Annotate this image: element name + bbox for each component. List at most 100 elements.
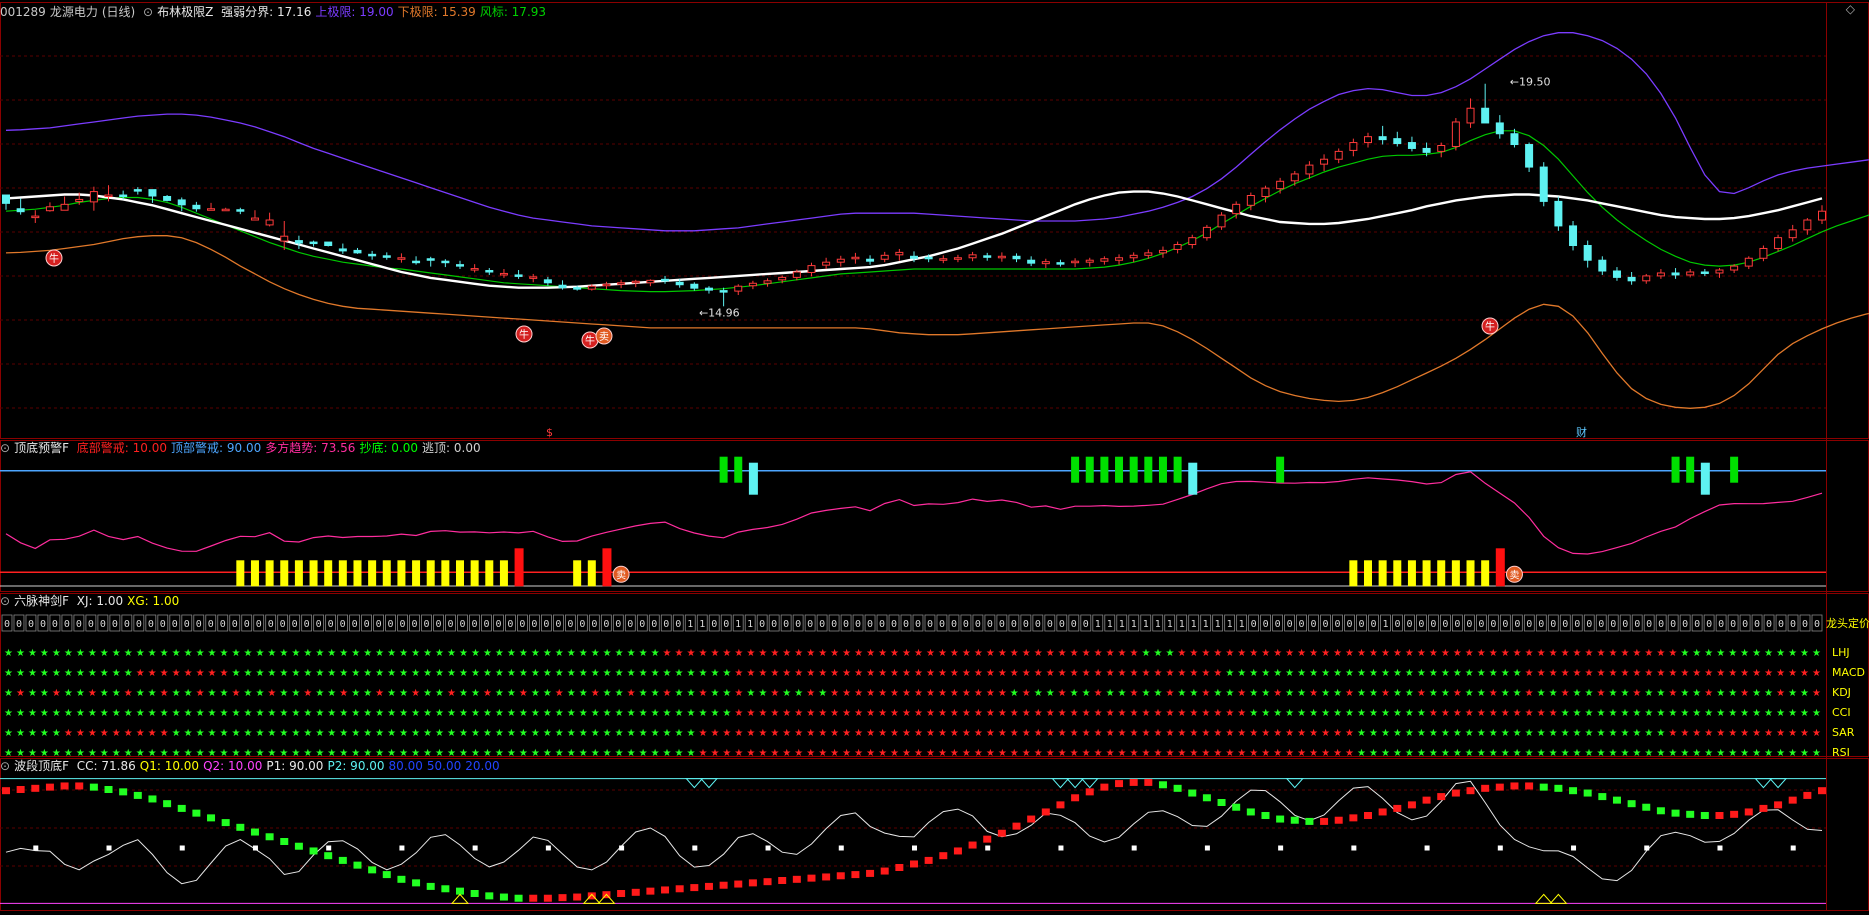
signal-star: ★ — [16, 648, 25, 659]
candle-body — [763, 280, 772, 284]
collapse-icon[interactable]: ⊙ — [0, 759, 10, 773]
signal-star: ★ — [411, 668, 420, 679]
digit-value: 0 — [1418, 619, 1424, 630]
candle-body — [1129, 254, 1138, 259]
indicator1-name[interactable]: 布林极限Z — [157, 5, 213, 19]
digit-value: 0 — [831, 619, 837, 630]
indicator4-name[interactable]: 波段顶底F — [14, 759, 69, 773]
signal-star: ★ — [1561, 648, 1570, 659]
signal-star: ★ — [1381, 708, 1390, 719]
wave-block — [470, 890, 479, 897]
signal-star: ★ — [363, 668, 372, 679]
digit-value: 0 — [1035, 619, 1041, 630]
signal-star: ★ — [1357, 648, 1366, 659]
signal-star: ★ — [387, 728, 396, 739]
wave-block — [382, 871, 391, 879]
signal-star: ★ — [507, 708, 516, 719]
expand-icon[interactable]: ◇ — [1846, 2, 1855, 16]
signal-star: ★ — [1118, 728, 1127, 739]
signal-star: ★ — [1058, 688, 1067, 699]
candle-body — [426, 258, 435, 261]
signal-star: ★ — [100, 708, 109, 719]
signal-star: ★ — [1489, 748, 1498, 759]
signal-star: ★ — [52, 728, 61, 739]
signal-star: ★ — [1333, 648, 1342, 659]
signal-star: ★ — [387, 708, 396, 719]
signal-star: ★ — [1309, 748, 1318, 759]
panel3-value-0: XJ: 1.00 — [76, 594, 124, 608]
candle-body — [397, 257, 406, 260]
signal-star: ★ — [16, 668, 25, 679]
signal-star: ★ — [1237, 688, 1246, 699]
signal-star: ★ — [1549, 708, 1558, 719]
signal-star: ★ — [124, 688, 133, 699]
signal-star: ★ — [1537, 728, 1546, 739]
signal-star: ★ — [1369, 668, 1378, 679]
signal-star: ★ — [1118, 668, 1127, 679]
digit-value: 0 — [424, 619, 430, 630]
signal-star: ★ — [483, 708, 492, 719]
collapse-icon[interactable]: ⊙ — [0, 441, 10, 455]
digit-value: 0 — [615, 619, 621, 630]
signal-star: ★ — [1716, 668, 1725, 679]
signal-star: ★ — [555, 708, 564, 719]
signal-star: ★ — [1585, 748, 1594, 759]
signal-star: ★ — [1788, 748, 1797, 759]
top-trigger-bar — [1700, 462, 1710, 495]
sell-signal-icon-text: 卖 — [599, 331, 609, 343]
candle-body — [163, 195, 172, 201]
signal-star: ★ — [1704, 668, 1713, 679]
signal-star: ★ — [495, 648, 504, 659]
digit-value: 0 — [975, 619, 981, 630]
indicator3-name[interactable]: 六脉神剑F — [14, 594, 69, 608]
candle-body — [573, 287, 582, 290]
collapse-icon[interactable]: ⊙ — [143, 5, 153, 19]
signal-star: ★ — [1632, 668, 1641, 679]
signal-row-label: SAR — [1832, 726, 1855, 739]
signal-star: ★ — [88, 648, 97, 659]
digit-value: 0 — [136, 619, 142, 630]
signal-star: ★ — [1525, 728, 1534, 739]
panel4-value-2: Q2: 10.00 — [203, 759, 263, 773]
signal-star: ★ — [1776, 648, 1785, 659]
signal-star: ★ — [1716, 648, 1725, 659]
mid-dot — [179, 845, 185, 851]
signal-star: ★ — [1142, 728, 1151, 739]
candle-body — [1305, 164, 1314, 175]
signal-star: ★ — [615, 668, 624, 679]
signal-star: ★ — [651, 708, 660, 719]
signal-star: ★ — [519, 708, 528, 719]
signal-row-label: RSI — [1832, 746, 1850, 759]
candle-body — [807, 265, 816, 273]
signal-star: ★ — [794, 748, 803, 759]
candle-body — [280, 235, 289, 242]
signal-star: ★ — [950, 728, 959, 739]
digit-value: 0 — [1802, 619, 1808, 630]
bottom-alert-bar — [412, 560, 421, 587]
signal-star: ★ — [806, 748, 815, 759]
signal-star: ★ — [4, 668, 13, 679]
signal-star: ★ — [555, 668, 564, 679]
chart-canvas[interactable]: ←19.50←14.96牛牛牛 卖牛$ 财卖 卖0 0 0 0 0 0 0 0 0 0 0 0 0 0 0 0 0 0 0… — [0, 0, 1869, 912]
digit-value: 1 — [1095, 619, 1101, 630]
signal-star: ★ — [483, 668, 492, 679]
sell-signal-icon-text: 卖 — [616, 569, 626, 581]
wave-block — [1759, 804, 1768, 812]
digit-value: 0 — [1766, 619, 1772, 630]
digit-value: 0 — [220, 619, 226, 630]
candle-body — [822, 261, 831, 266]
signal-star: ★ — [639, 668, 648, 679]
signal-star: ★ — [1525, 748, 1534, 759]
digit-value: 0 — [340, 619, 346, 630]
signal-star: ★ — [758, 728, 767, 739]
signal-star: ★ — [1273, 668, 1282, 679]
signal-star: ★ — [40, 708, 49, 719]
signal-star: ★ — [1620, 728, 1629, 739]
signal-star: ★ — [1237, 728, 1246, 739]
collapse-icon[interactable]: ⊙ — [0, 594, 10, 608]
signal-star: ★ — [184, 688, 193, 699]
indicator2-name[interactable]: 顶底预警F — [14, 441, 69, 455]
signal-star: ★ — [28, 688, 37, 699]
candle-body — [45, 206, 54, 212]
signal-star: ★ — [579, 648, 588, 659]
